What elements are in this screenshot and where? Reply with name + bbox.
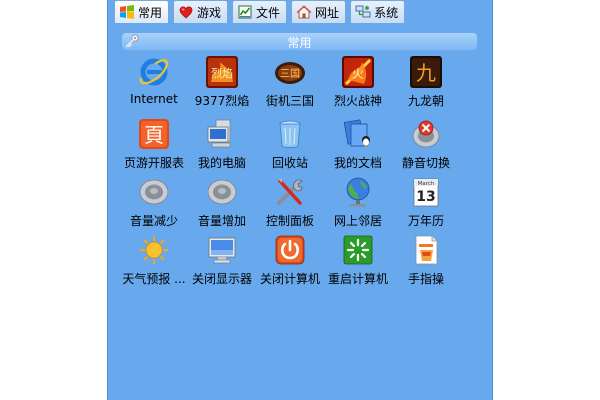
app-jieji-sanguo[interactable]: 三国 街机三国 xyxy=(255,56,325,112)
calendar-icon: March 13 xyxy=(413,178,439,207)
tab-content: 常用 Internet 烈焰 9377烈焰 三国 街机三国 火 烈火战神 九 九… xyxy=(113,24,487,400)
app-label: 我的文档 xyxy=(333,156,382,170)
page-ye-icon: 頁 xyxy=(139,119,169,149)
app-label: 音量增加 xyxy=(197,214,246,228)
tab-wenjian[interactable]: 文件 xyxy=(232,0,288,23)
tab-xitong[interactable]: 系统 xyxy=(350,0,406,23)
heart-icon xyxy=(179,6,193,19)
computer-icon xyxy=(207,119,231,148)
app-turn-off-monitor[interactable]: 关闭显示器 xyxy=(187,234,257,290)
app-label: 手指操 xyxy=(407,272,444,286)
game-glyph: 九 xyxy=(416,61,436,85)
app-yeyou-kaifubiao[interactable]: 頁 页游开服表 xyxy=(119,118,189,174)
app-label: 音量减少 xyxy=(129,214,178,228)
file-chart-icon xyxy=(238,5,252,19)
app-mute-toggle[interactable]: 静音切换 xyxy=(391,118,461,174)
app-label: 关闭显示器 xyxy=(191,272,252,286)
app-jiulongchao[interactable]: 九 九龙朝 xyxy=(391,56,461,112)
app-label: 重启计算机 xyxy=(327,272,388,286)
game-sanguo-icon: 三国 xyxy=(275,62,305,84)
app-panel: 常用 游戏 文件 网址 系统 常用 Internet 烈焰 9377烈焰 三国 … xyxy=(107,0,493,400)
app-label: 页游开服表 xyxy=(123,156,184,170)
tab-label: 系统 xyxy=(374,5,399,20)
ie-icon xyxy=(139,58,168,86)
documents-icon xyxy=(343,119,370,147)
app-calendar[interactable]: March 13 万年历 xyxy=(391,176,461,232)
tab-label: 文件 xyxy=(256,5,281,20)
monitor-icon xyxy=(208,237,236,264)
game-glyph: 三国 xyxy=(280,68,300,80)
calendar-month: March xyxy=(418,181,435,187)
app-weather[interactable]: 天气预报 ... xyxy=(119,234,189,290)
app-label: 9377烈焰 xyxy=(194,94,250,108)
app-label: 九龙朝 xyxy=(407,94,444,108)
network-neighborhood-icon xyxy=(346,177,370,207)
app-internet[interactable]: Internet xyxy=(119,56,189,112)
app-label: 我的电脑 xyxy=(197,156,246,170)
windows-flag-icon xyxy=(120,5,134,19)
app-my-documents[interactable]: 我的文档 xyxy=(323,118,393,174)
tab-wangzhi[interactable]: 网址 xyxy=(291,0,347,23)
game-jiulong-icon: 九 xyxy=(410,56,442,88)
app-label: 控制面板 xyxy=(265,214,314,228)
restart-icon xyxy=(343,235,373,265)
app-label: 万年历 xyxy=(407,214,444,228)
game-glyph: 頁 xyxy=(144,123,164,147)
tab-label: 游戏 xyxy=(197,5,222,20)
tab-youxi[interactable]: 游戏 xyxy=(173,0,229,23)
tab-changyong[interactable]: 常用 xyxy=(114,0,170,23)
app-label: 天气预报 ... xyxy=(122,272,186,286)
app-9377-lieyan[interactable]: 烈焰 9377烈焰 xyxy=(187,56,257,112)
app-label: 街机三国 xyxy=(265,94,314,108)
calendar-day: 13 xyxy=(416,189,435,205)
tab-label: 网址 xyxy=(315,5,340,20)
app-volume-up[interactable]: 音量增加 xyxy=(187,176,257,232)
game-glyph: 烈焰 xyxy=(211,66,233,80)
app-label: 网上邻居 xyxy=(333,214,382,228)
control-panel-icon xyxy=(277,179,303,205)
mute-icon xyxy=(412,120,440,148)
app-liehuo-zhanshen[interactable]: 火 烈火战神 xyxy=(323,56,393,112)
game-liehuo-icon: 火 xyxy=(342,56,374,88)
section-header: 常用 xyxy=(122,33,477,50)
tab-bar: 常用 游戏 文件 网址 系统 xyxy=(108,0,492,24)
network-icon xyxy=(355,5,371,18)
finger-exercise-icon xyxy=(415,235,438,265)
app-label: 关闭计算机 xyxy=(259,272,320,286)
app-control-panel[interactable]: 控制面板 xyxy=(255,176,325,232)
app-volume-down[interactable]: 音量减少 xyxy=(119,176,189,232)
app-label: Internet xyxy=(130,92,178,106)
recycle-bin-icon xyxy=(279,120,301,148)
app-label: 静音切换 xyxy=(401,156,450,170)
volume-up-icon xyxy=(207,179,237,205)
app-label: 回收站 xyxy=(271,156,308,170)
app-shutdown[interactable]: 关闭计算机 xyxy=(255,234,325,290)
power-icon xyxy=(275,235,305,265)
app-label: 烈火战神 xyxy=(333,94,382,108)
app-recycle-bin[interactable]: 回收站 xyxy=(255,118,325,174)
tab-label: 常用 xyxy=(138,5,163,20)
app-my-computer[interactable]: 我的电脑 xyxy=(187,118,257,174)
section-title: 常用 xyxy=(287,36,312,50)
home-icon xyxy=(296,5,312,19)
app-restart[interactable]: 重启计算机 xyxy=(323,234,393,290)
app-network-neighborhood[interactable]: 网上邻居 xyxy=(323,176,393,232)
weather-sun-icon xyxy=(140,236,168,264)
volume-down-icon xyxy=(139,179,169,205)
game-glyph: 火 xyxy=(352,67,364,81)
app-finger-exercise[interactable]: 手指操 xyxy=(391,234,461,290)
game-lieyan-icon: 烈焰 xyxy=(206,56,238,88)
